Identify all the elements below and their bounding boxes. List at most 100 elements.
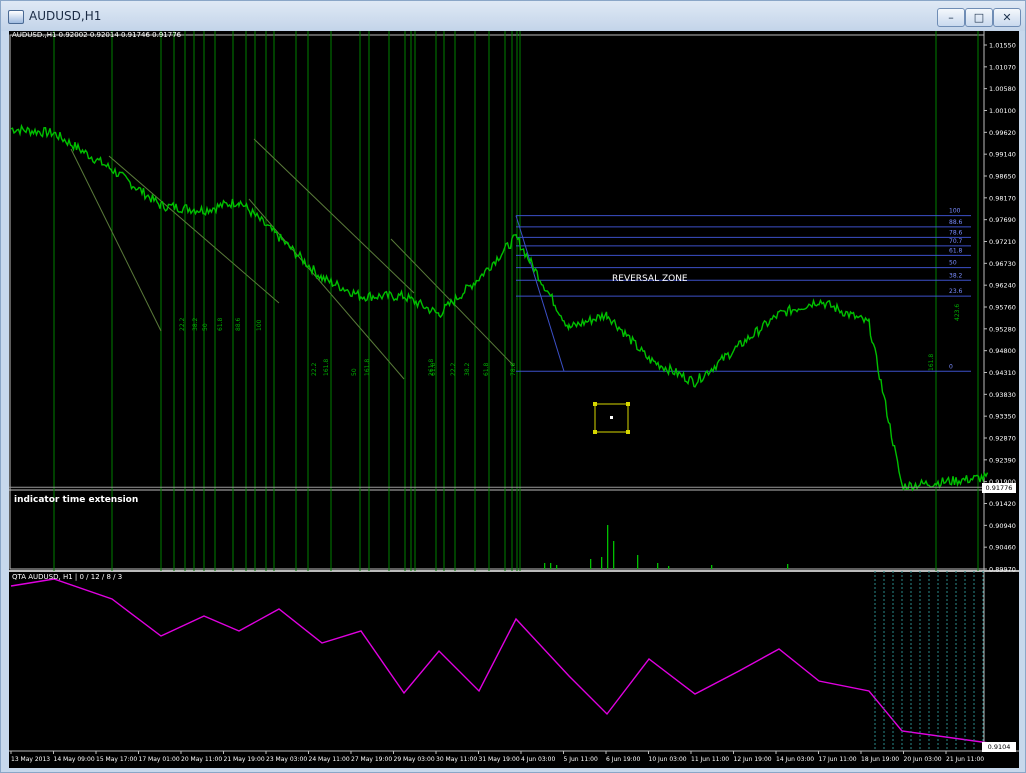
fib-level-label: 23.6 [949,288,963,295]
fib-level-label: 70.7 [949,238,963,245]
fib-level-label: 0 [949,363,953,370]
time-label: 12 Jun 19:00 [734,756,772,763]
fib-vertical-label: 38.2 [192,317,199,331]
price-label: 0.99620 [989,129,1016,137]
fib-vertical-label: 22.2 [450,362,457,376]
price-label: 1.00580 [989,85,1016,93]
fib-vertical-label: 38.2 [464,362,471,376]
price-label: 0.99140 [989,151,1016,159]
price-label: 0.96240 [989,282,1016,290]
minimize-icon: – [948,11,954,24]
price-label: 0.95280 [989,325,1016,333]
qta-series [10,578,990,744]
chart-window-icon [8,10,24,24]
price-label: 1.01070 [989,63,1016,71]
fib-level-label: 50 [949,260,957,267]
chart-window: AUDUSD,H1 – □ ✕ 22.2 38.2 50 61.8 88.6 100 22.… [0,0,1026,773]
volume-bar [787,564,789,569]
volume-bar [637,555,639,569]
price-label: 0.90460 [989,544,1016,552]
fib-vertical-label: 50 [202,323,209,331]
selection-handle [626,402,630,406]
price-label: 0.92870 [989,435,1016,443]
fib-vertical-label: 161.8 [364,359,371,376]
volume-bar [607,525,609,569]
window-title: AUDUSD,H1 [29,9,102,23]
fib-vertical-label: 61.8 [217,317,224,331]
restore-icon: □ [973,11,985,24]
title-bar[interactable]: AUDUSD,H1 – □ ✕ [1,1,1025,31]
price-label: 0.90940 [989,522,1016,530]
fib-vertical-label: 61.8 [430,362,437,376]
selection-center-handle [610,416,613,419]
time-label: 15 May 17:00 [96,756,137,763]
price-label: 0.92390 [989,456,1016,464]
price-label: 0.97690 [989,216,1016,224]
time-label: 4 Jun 03:00 [521,756,555,763]
indicator-extension-label: indicator time extension [14,495,139,505]
fib-vertical-label: 50 [351,368,358,376]
time-label: 14 May 09:00 [54,756,95,763]
time-label: 17 Jun 11:00 [819,756,857,763]
price-label: 0.94310 [989,369,1016,377]
close-icon: ✕ [1002,11,1012,24]
time-label: 11 Jun 11:00 [691,756,729,763]
time-label: 21 Jun 11:00 [946,756,984,763]
trend-line [253,138,415,294]
symbol-info-line: AUDUSD.,H1 0.92002 0.92014 0.91746 0.917… [12,31,182,39]
volume-bar [544,563,546,569]
volume-bar [613,541,615,569]
fib-level-label: 78.6 [949,229,963,236]
time-label: 21 May 19:00 [224,756,265,763]
main-plot-frame [9,34,985,570]
price-label: 1.01550 [989,42,1016,50]
fib-vertical-label: 22.2 [311,362,318,376]
reversal-zone-label: REVERSAL ZONE [612,274,688,284]
price-series [10,123,989,492]
chart-area[interactable]: 22.2 38.2 50 61.8 88.6 100 22.2 161.8 50 161.8 261… [9,31,1019,768]
volume-bar [556,565,558,569]
time-label: 24 May 11:00 [309,756,350,763]
time-label: 18 Jun 19:00 [861,756,899,763]
maximize-button[interactable]: □ [965,8,993,27]
fib-vertical-label: 61.8 [483,362,490,376]
close-button[interactable]: ✕ [993,8,1021,27]
price-label: 0.98650 [989,173,1016,181]
volume-bar [668,566,670,569]
time-label: 23 May 03:00 [266,756,307,763]
fib-level-label: 61.8 [949,247,963,254]
fib-vertical-label: 100 [256,319,263,331]
price-label: 0.94800 [989,347,1016,355]
price-label: 1.00100 [989,107,1016,115]
time-label: 31 May 19:00 [479,756,520,763]
time-label: 6 Jun 19:00 [606,756,640,763]
subwindow-value-marker: 0.9104 [982,742,1016,752]
time-label: 29 May 03:00 [394,756,435,763]
minimize-button[interactable]: – [937,8,965,27]
time-label: 14 Jun 03:00 [776,756,814,763]
time-label: 30 May 11:00 [436,756,477,763]
price-label: 0.93350 [989,413,1016,421]
fib-vertical-label: 161.8 [323,359,330,376]
price-label: 0.98170 [989,194,1016,202]
time-label: 20 Jun 03:00 [904,756,942,763]
selection-handle [593,430,597,434]
time-label: 27 May 19:00 [351,756,392,763]
fib-vertical-label: 161.8 [928,354,935,371]
price-label: 0.89970 [989,566,1016,574]
fib-vertical-label: 78.6 [510,362,517,376]
selection-handle [626,430,630,434]
price-label: 0.95760 [989,304,1016,312]
chart-canvas[interactable]: 22.2 38.2 50 61.8 88.6 10022.2 161.8 50 161.8 261… [9,31,1019,768]
time-label: 5 Jun 11:00 [564,756,598,763]
selection-handle [593,402,597,406]
fib-anchor-line [515,215,565,372]
time-label: 17 May 01:00 [139,756,180,763]
price-label: 0.96730 [989,260,1016,268]
price-label: 0.93830 [989,391,1016,399]
fib-level-label: 100 [949,208,961,215]
volume-bar [590,559,592,569]
time-label: 20 May 11:00 [181,756,222,763]
fib-vertical-label: 423.6 [954,304,961,321]
trend-line [248,198,405,380]
